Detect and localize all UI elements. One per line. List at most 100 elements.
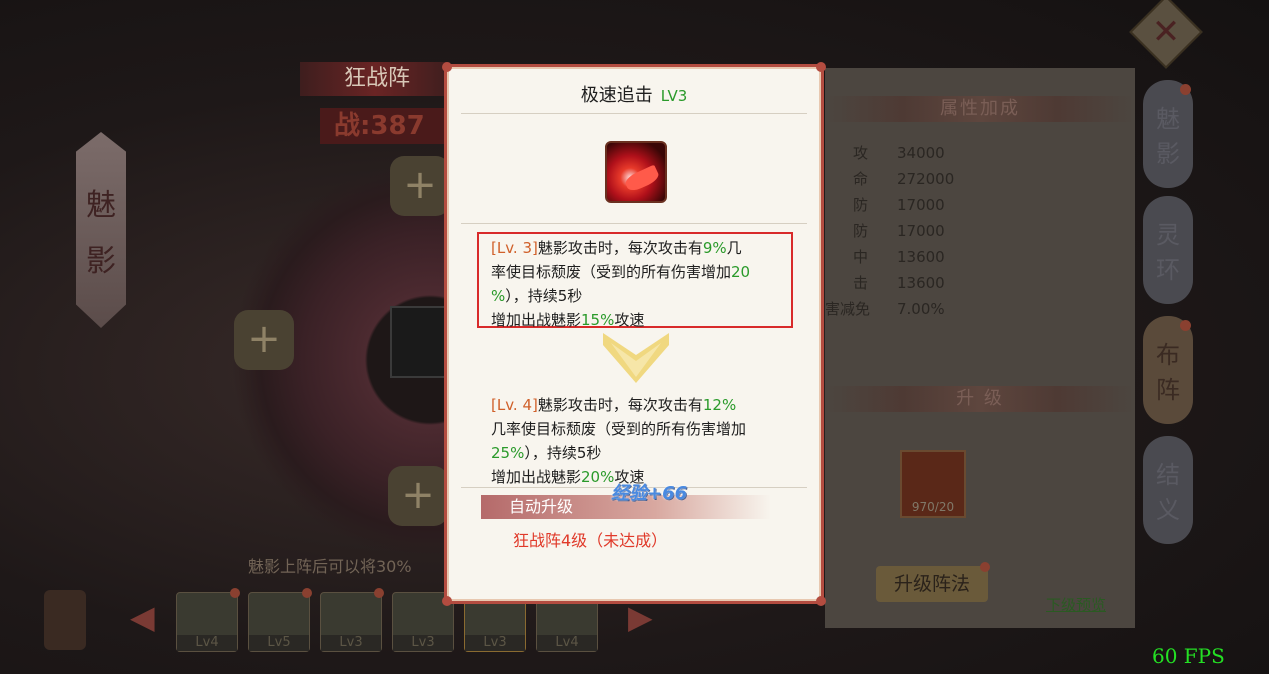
add-slot-bottom-button[interactable]: + <box>388 466 448 526</box>
tab-buzhen[interactable]: 布阵 <box>1143 316 1193 424</box>
notification-dot <box>1180 320 1191 331</box>
stat-key: 害减免 <box>825 300 871 318</box>
character-name-tag[interactable]: 魅 影 <box>76 132 126 328</box>
stat-key: 攻 <box>853 144 869 162</box>
stat-key: 防 <box>853 222 869 240</box>
exp-gain-float: 经验+66 <box>611 483 688 504</box>
scroll-right-arrow-icon[interactable]: ▶ <box>628 598 658 638</box>
close-icon[interactable]: ✕ <box>1140 6 1192 58</box>
upgrade-material-count: 970/20 <box>911 500 955 514</box>
pet-slot[interactable]: Lv3 <box>320 588 384 652</box>
effect-text: 几 <box>726 239 742 257</box>
notification-dot <box>374 588 384 598</box>
center-skill-icon <box>390 306 450 378</box>
tab-char: 结 <box>1156 461 1180 489</box>
upgrade-formation-button[interactable]: 升级阵法 <box>876 566 988 602</box>
notification-dot <box>230 588 240 598</box>
current-level-effect: [Lv. 3]魅影攻击时，每次攻击有9%几 率使目标颓废（受到的所有伤害增加20… <box>477 232 793 329</box>
auto-upgrade-condition: 狂战阵4级（未达成） <box>513 531 668 550</box>
effect-text: 几率使目标颓废（受到的所有伤害增加 <box>491 420 747 438</box>
effect-highlight: 12% <box>702 396 737 414</box>
tab-char: 义 <box>1156 496 1180 524</box>
stat-row: 防 17000 <box>853 194 945 216</box>
effect-highlight: 20% <box>581 468 615 486</box>
effect-highlight: 15% <box>581 311 615 329</box>
stat-value: 13600 <box>897 248 945 266</box>
tab-jieyi[interactable]: 结义 <box>1143 436 1193 544</box>
corner-pin <box>816 596 826 606</box>
pet-slot-level: Lv3 <box>465 635 525 651</box>
notification-dot <box>302 588 312 598</box>
effect-highlight: 25% <box>491 444 525 462</box>
skill-title: 极速追击 LV3 <box>447 81 821 107</box>
character-name-char: 魅 <box>86 188 116 223</box>
stat-row: 防 17000 <box>853 220 945 242</box>
stat-row: 中 13600 <box>853 246 945 268</box>
effect-highlight: % <box>491 287 506 305</box>
skill-icon <box>605 141 667 203</box>
skill-level: LV3 <box>660 87 688 105</box>
corner-pin <box>442 596 452 606</box>
tab-linghuan[interactable]: 灵环 <box>1143 196 1193 304</box>
character-name-char: 影 <box>86 244 116 279</box>
pet-slot-level: Lv4 <box>537 635 597 651</box>
stat-value: 17000 <box>897 196 945 214</box>
fps-counter: 60 FPS <box>1152 644 1225 668</box>
lantern-decoration <box>44 590 86 650</box>
power-value: 战:387 <box>320 108 450 144</box>
effect-highlight: 20 <box>731 263 751 281</box>
pet-slot-level: Lv5 <box>249 635 309 651</box>
add-slot-left-button[interactable]: + <box>234 310 294 370</box>
stat-value: 272000 <box>897 170 955 188</box>
pet-slot-level: Lv3 <box>393 635 453 651</box>
next-level-preview-link[interactable]: 下级预览 <box>1046 594 1106 615</box>
stat-value: 17000 <box>897 222 945 240</box>
pet-slot-level: Lv3 <box>321 635 381 651</box>
tab-char: 魅 <box>1156 105 1180 133</box>
skill-detail-popup: 极速追击 LV3 [Lv. 3]魅影攻击时，每次攻击有9%几 率使目标颓废（受到的… <box>442 62 826 606</box>
effect-text: 魅影攻击时，每次攻击有 <box>537 239 703 257</box>
pet-slot[interactable]: Lv4 <box>176 588 240 652</box>
tab-meiying[interactable]: 魅影 <box>1143 80 1193 188</box>
effect-text: ），持续5秒 <box>524 444 602 462</box>
stat-row: 命 272000 <box>853 168 954 190</box>
effect-text: 增加出战魅影 <box>491 468 582 486</box>
effect-text: ），持续5秒 <box>505 287 583 305</box>
corner-pin <box>816 62 826 72</box>
effect-text: 魅影攻击时，每次攻击有 <box>537 396 703 414</box>
corner-pin <box>442 62 452 72</box>
effect-highlight: 9% <box>702 239 727 257</box>
stat-row: 攻 34000 <box>853 142 945 164</box>
tab-char: 影 <box>1156 140 1180 168</box>
pet-slot-level: Lv4 <box>177 635 237 651</box>
stat-value: 7.00% <box>897 300 945 318</box>
upgrade-material-item[interactable]: 970/20 <box>900 450 966 518</box>
stat-key: 中 <box>853 248 869 266</box>
next-level-effect: [Lv. 4]魅影攻击时，每次攻击有12% 几率使目标颓废（受到的所有伤害增加 … <box>491 393 801 489</box>
level-tag: [Lv. 4] <box>491 396 538 414</box>
tab-char: 环 <box>1156 256 1180 284</box>
down-arrow-icon <box>603 333 669 383</box>
formation-hint-text: 魅影上阵后可以将30% <box>248 557 412 576</box>
effect-text: 增加出战魅影 <box>491 311 582 329</box>
scroll-left-arrow-icon[interactable]: ◀ <box>130 598 160 638</box>
effect-text: 攻速 <box>614 311 645 329</box>
notification-dot <box>1180 84 1191 95</box>
tab-char: 阵 <box>1156 376 1180 404</box>
attribute-header: 属性加成 <box>825 96 1135 122</box>
level-tag: [Lv. 3] <box>491 239 538 257</box>
divider <box>461 113 807 114</box>
divider <box>461 223 807 224</box>
stat-value: 34000 <box>897 144 945 162</box>
stat-key: 防 <box>853 196 869 214</box>
add-slot-top-button[interactable]: + <box>390 156 450 216</box>
upgrade-header: 升 级 <box>825 386 1135 412</box>
tab-char: 灵 <box>1156 221 1180 249</box>
skill-name: 极速追击 <box>580 85 653 106</box>
stat-key: 命 <box>853 170 869 188</box>
notification-dot <box>980 562 990 572</box>
stat-key: 击 <box>853 274 869 292</box>
tab-char: 布 <box>1156 341 1180 369</box>
stat-row: 害减免 7.00% <box>825 298 945 320</box>
pet-slot[interactable]: Lv5 <box>248 588 312 652</box>
